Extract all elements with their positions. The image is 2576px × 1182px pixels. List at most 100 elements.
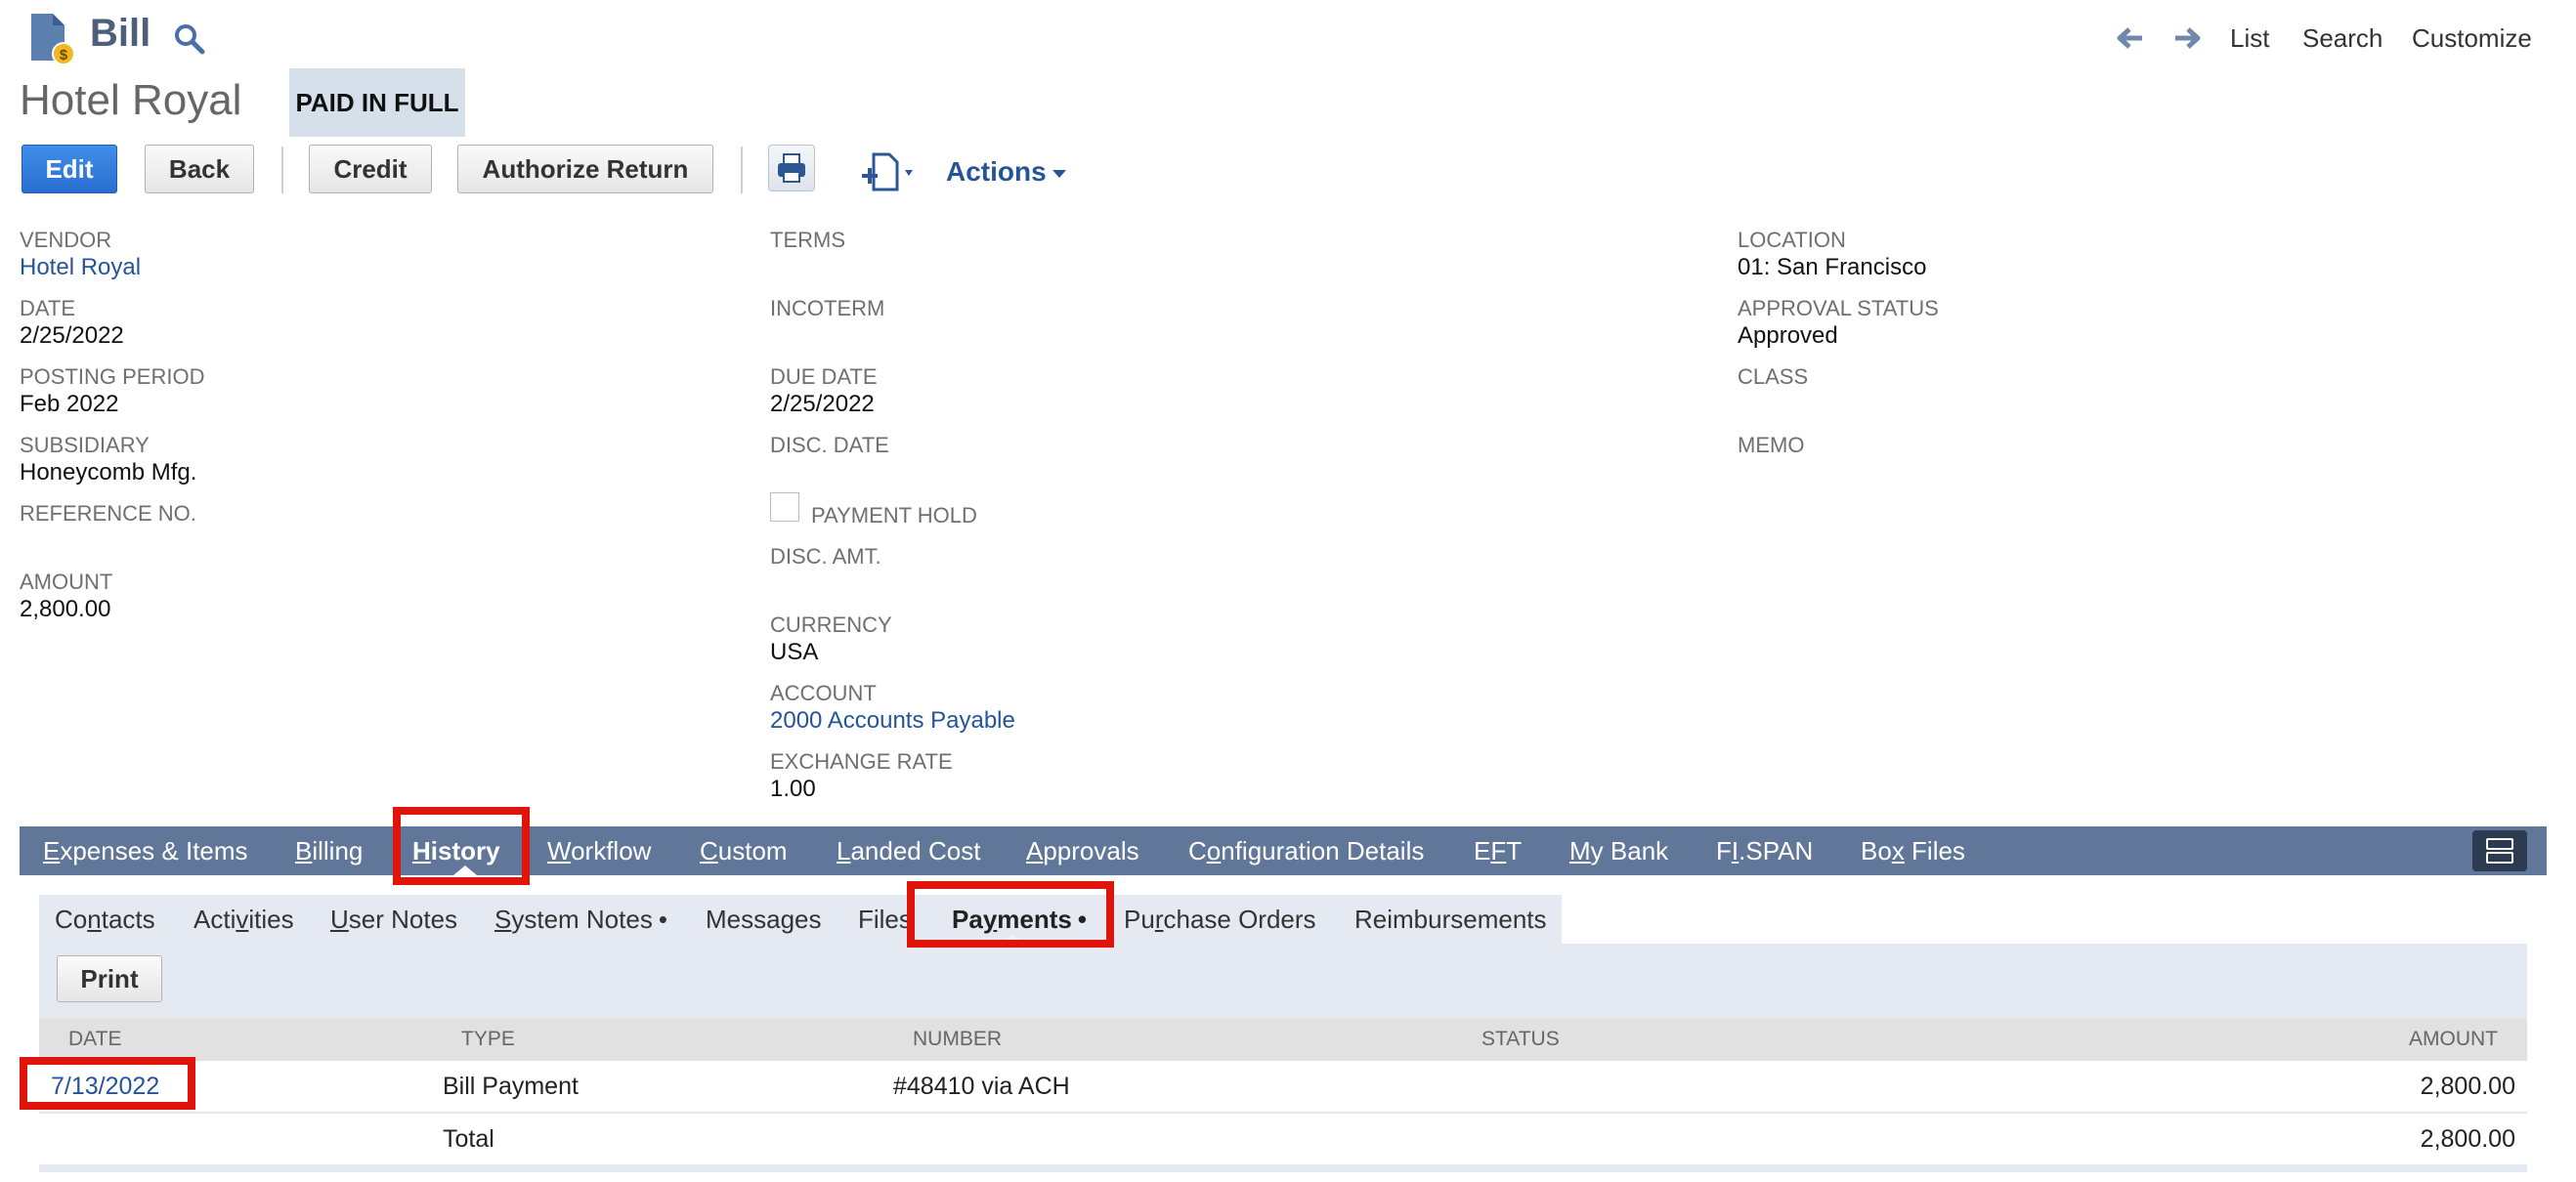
tab-eft[interactable]: EFT [1474, 826, 1522, 875]
field-value: Feb 2022 [20, 391, 119, 417]
credit-button[interactable]: Credit [309, 145, 432, 193]
field-label: DISC. AMT. [770, 544, 881, 569]
subtab-files[interactable]: Files [858, 895, 912, 944]
tab-approvals[interactable]: Approvals [1026, 826, 1139, 875]
field-label: AMOUNT [20, 570, 113, 594]
toolbar-divider [281, 147, 283, 193]
payment-hold-field: PAYMENT HOLD [811, 502, 977, 529]
layout-toggle-icon[interactable] [2472, 830, 2527, 871]
bill-document-icon: $ [31, 14, 75, 65]
arrow-right-icon[interactable] [2171, 21, 2205, 55]
field-label: CLASS [1738, 364, 1809, 389]
active-tab-indicator [453, 865, 477, 875]
tab-workflow[interactable]: Workflow [547, 826, 651, 875]
field-value: 2,800.00 [20, 596, 111, 622]
field-value: 2/25/2022 [770, 391, 875, 417]
chevron-down-icon [1052, 169, 1066, 178]
due-date-field: DUE DATE 2/25/2022 [770, 363, 878, 418]
exchange-rate-field: EXCHANGE RATE 1.00 [770, 748, 953, 803]
subtab-user-notes[interactable]: User Notes [330, 895, 457, 944]
field-label: INCOTERM [770, 296, 885, 320]
disc-date-field: DISC. DATE [770, 432, 889, 459]
field-label: ACCOUNT [770, 681, 877, 705]
new-document-icon[interactable] [858, 148, 921, 195]
actions-label: Actions [946, 156, 1047, 187]
payments-panel: Print DATE TYPE NUMBER STATUS AMOUNT 7/1… [39, 944, 2527, 1172]
column-header-date[interactable]: DATE [68, 1018, 121, 1061]
field-label: PAYMENT HOLD [811, 503, 977, 528]
column-header-status[interactable]: STATUS [1481, 1018, 1560, 1061]
column-header-amount[interactable]: AMOUNT [2409, 1018, 2498, 1061]
active-subtab-indicator [1001, 934, 1024, 944]
account-link[interactable]: 2000 Accounts Payable [770, 707, 1015, 735]
field-label: LOCATION [1738, 228, 1846, 252]
vendor-link[interactable]: Hotel Royal [20, 254, 141, 281]
field-value: 1.00 [770, 776, 816, 802]
payment-hold-checkbox[interactable] [770, 492, 799, 522]
approval-status-field: APPROVAL STATUS Approved [1738, 295, 1939, 350]
printer-icon[interactable] [768, 145, 815, 191]
tab-expenses-items[interactable]: Expenses & Items [43, 826, 248, 875]
field-value: 2/25/2022 [20, 322, 124, 349]
field-value: USA [770, 639, 819, 665]
subtab-activities[interactable]: Activities [193, 895, 294, 944]
field-value: Honeycomb Mfg. [20, 459, 197, 485]
back-button[interactable]: Back [145, 145, 254, 193]
search-link[interactable]: Search [2302, 23, 2383, 54]
payment-amount: 2,800.00 [2420, 1073, 2515, 1100]
column-header-type[interactable]: TYPE [461, 1018, 515, 1061]
tab-custom[interactable]: Custom [700, 826, 788, 875]
location-field: LOCATION 01: San Francisco [1738, 227, 1926, 281]
table-row: 7/13/2022 Bill Payment #48410 via ACH 2,… [39, 1061, 2527, 1113]
amount-field: AMOUNT 2,800.00 [20, 569, 112, 623]
date-field: DATE 2/25/2022 [20, 295, 124, 350]
actions-menu[interactable]: Actions [946, 156, 1066, 188]
svg-text:$: $ [60, 47, 68, 63]
payment-type: Bill Payment [443, 1073, 579, 1100]
edit-button[interactable]: Edit [21, 145, 117, 193]
field-label: CURRENCY [770, 612, 892, 637]
customize-link[interactable]: Customize [2412, 23, 2532, 54]
main-tab-bar: Expenses & Items Billing History Workflo… [20, 826, 2547, 875]
payment-date-link[interactable]: 7/13/2022 [51, 1061, 159, 1112]
subtab-contacts[interactable]: Contacts [55, 895, 155, 944]
record-header: $ Bill List Search Customize [0, 0, 2576, 70]
tab-landed-cost[interactable]: Landed Cost [837, 826, 980, 875]
posting-period-field: POSTING PERIOD Feb 2022 [20, 363, 204, 418]
subsidiary-field: SUBSIDIARY Honeycomb Mfg. [20, 432, 196, 486]
record-type-title: Bill [90, 12, 151, 55]
vendor-field: VENDOR Hotel Royal [20, 227, 141, 281]
subtab-messages[interactable]: Messages [706, 895, 822, 944]
arrow-left-icon[interactable] [2113, 21, 2146, 55]
table-header: DATE TYPE NUMBER STATUS AMOUNT [39, 1018, 2527, 1061]
incoterm-field: INCOTERM [770, 295, 884, 322]
table-total-row: Total 2,800.00 [39, 1114, 2527, 1164]
disc-amt-field: DISC. AMT. [770, 543, 881, 570]
tab-configuration-details[interactable]: Configuration Details [1188, 826, 1424, 875]
tab-billing[interactable]: Billing [295, 826, 363, 875]
terms-field: TERMS [770, 227, 845, 254]
field-label: POSTING PERIOD [20, 364, 205, 389]
authorize-return-button[interactable]: Authorize Return [457, 145, 713, 193]
print-button[interactable]: Print [57, 955, 162, 1002]
field-label: APPROVAL STATUS [1738, 296, 1939, 320]
field-label: VENDOR [20, 228, 112, 252]
subtab-reimbursements[interactable]: Reimbursements [1354, 895, 1547, 944]
search-icon[interactable] [172, 21, 207, 57]
list-link[interactable]: List [2230, 23, 2269, 54]
field-label: TERMS [770, 228, 845, 252]
tab-fi-span[interactable]: FI.SPAN [1716, 826, 1813, 875]
field-label: REFERENCE NO. [20, 501, 196, 526]
memo-field: MEMO [1738, 432, 1804, 459]
status-badge: PAID IN FULL [289, 68, 465, 137]
tab-my-bank[interactable]: My Bank [1569, 826, 1668, 875]
tab-box-files[interactable]: Box Files [1861, 826, 1965, 875]
subtab-system-notes[interactable]: System Notes • [494, 895, 667, 944]
field-label: DATE [20, 296, 76, 320]
payment-number: #48410 via ACH [893, 1073, 1070, 1100]
field-label: EXCHANGE RATE [770, 749, 953, 774]
field-label: DISC. DATE [770, 433, 889, 457]
column-header-number[interactable]: NUMBER [913, 1018, 1002, 1061]
sub-tab-bar: Contacts Activities User Notes System No… [39, 895, 1562, 944]
subtab-purchase-orders[interactable]: Purchase Orders [1124, 895, 1316, 944]
